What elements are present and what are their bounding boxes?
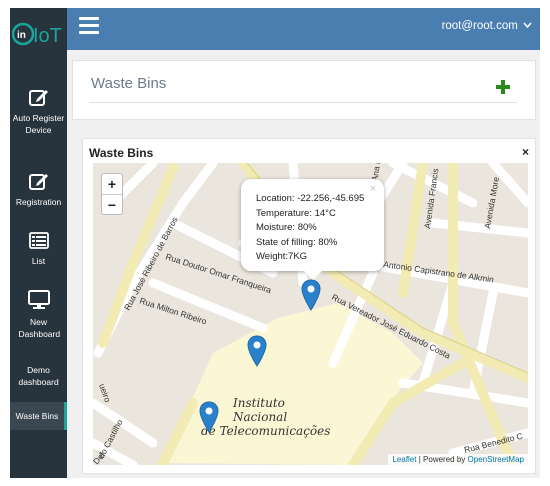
sidebar-item-label: Demo dashboard — [18, 365, 59, 387]
svg-text:Nacional: Nacional — [232, 410, 287, 424]
sidebar-item-waste-bins[interactable]: Waste Bins — [10, 402, 67, 430]
popup-location: Location: -22.256,-45.695 — [256, 193, 365, 204]
add-bin-button[interactable] — [496, 80, 510, 94]
zoom-in-button[interactable]: + — [102, 174, 122, 194]
map-panel: Waste Bins × Rua José Ribeiro de Barros … — [82, 138, 536, 474]
edit-icon — [28, 90, 48, 106]
sidebar-item-label: Registration — [15, 197, 62, 207]
popup-filling: State of filling: 80% — [256, 236, 338, 248]
popup-moisture: Moisture: 80% — [256, 222, 317, 233]
sidebar-item-registration[interactable]: Registration — [10, 172, 67, 208]
waste-bin-marker[interactable] — [199, 401, 219, 433]
sidebar: in IoT Auto Register Device Registration — [10, 8, 67, 478]
popup-temperature: Temperature: 14°C — [256, 207, 336, 219]
hamburger-menu-icon[interactable] — [79, 17, 99, 35]
top-bar: root@root.com — [67, 8, 540, 50]
map-panel-title: Waste Bins — [89, 146, 154, 160]
user-menu[interactable]: root@root.com — [442, 20, 532, 32]
monitor-icon — [27, 290, 50, 309]
svg-text:IoT: IoT — [33, 25, 62, 47]
divider — [89, 102, 517, 103]
close-panel-button[interactable]: × — [522, 145, 529, 159]
leaflet-link[interactable]: Leaflet — [392, 455, 416, 464]
list-icon — [28, 232, 49, 249]
page-title: Waste Bins — [91, 75, 167, 92]
sidebar-item-auto-register-device[interactable]: Auto Register Device — [10, 88, 67, 136]
sidebar-item-label: List — [31, 256, 46, 266]
osm-link[interactable]: OpenStreetMap — [468, 455, 524, 464]
svg-text:in: in — [17, 30, 26, 41]
sidebar-item-label: Waste Bins — [15, 411, 59, 421]
svg-text:de Telecomunicações: de Telecomunicações — [201, 424, 330, 438]
sidebar-item-new-dashboard[interactable]: New Dashboard — [10, 290, 67, 340]
popup-weight: Weight:7KG — [256, 251, 308, 262]
sidebar-item-list[interactable]: List — [10, 232, 67, 267]
attribution-separator: | Powered by — [416, 455, 468, 464]
sidebar-item-label: Auto Register Device — [12, 113, 65, 135]
logo[interactable]: in IoT — [11, 18, 66, 48]
edit-icon — [28, 174, 48, 190]
user-email: root@root.com — [441, 20, 518, 32]
waste-bin-marker[interactable] — [247, 335, 267, 367]
zoom-out-button[interactable]: − — [102, 194, 122, 214]
sidebar-item-demo-dashboard[interactable]: Demo dashboard — [10, 364, 67, 388]
chevron-down-icon — [523, 22, 532, 29]
map-view[interactable]: Rua José Ribeiro de Barros Rua Doutor Om… — [93, 163, 528, 465]
page-header-panel: Waste Bins — [72, 60, 536, 120]
zoom-control: + − — [101, 173, 123, 215]
sidebar-item-label: New Dashboard — [18, 317, 61, 339]
svg-text:Instituto: Instituto — [232, 396, 285, 410]
close-popup-button[interactable]: × — [370, 183, 376, 195]
waste-bin-marker[interactable] — [301, 279, 321, 311]
bin-info-popup: × Location: -22.256,-45.695 Temperature:… — [241, 179, 384, 280]
map-attribution: Leaflet | Powered by OpenStreetMap — [388, 454, 528, 465]
app-window: in IoT Auto Register Device Registration — [10, 8, 540, 478]
